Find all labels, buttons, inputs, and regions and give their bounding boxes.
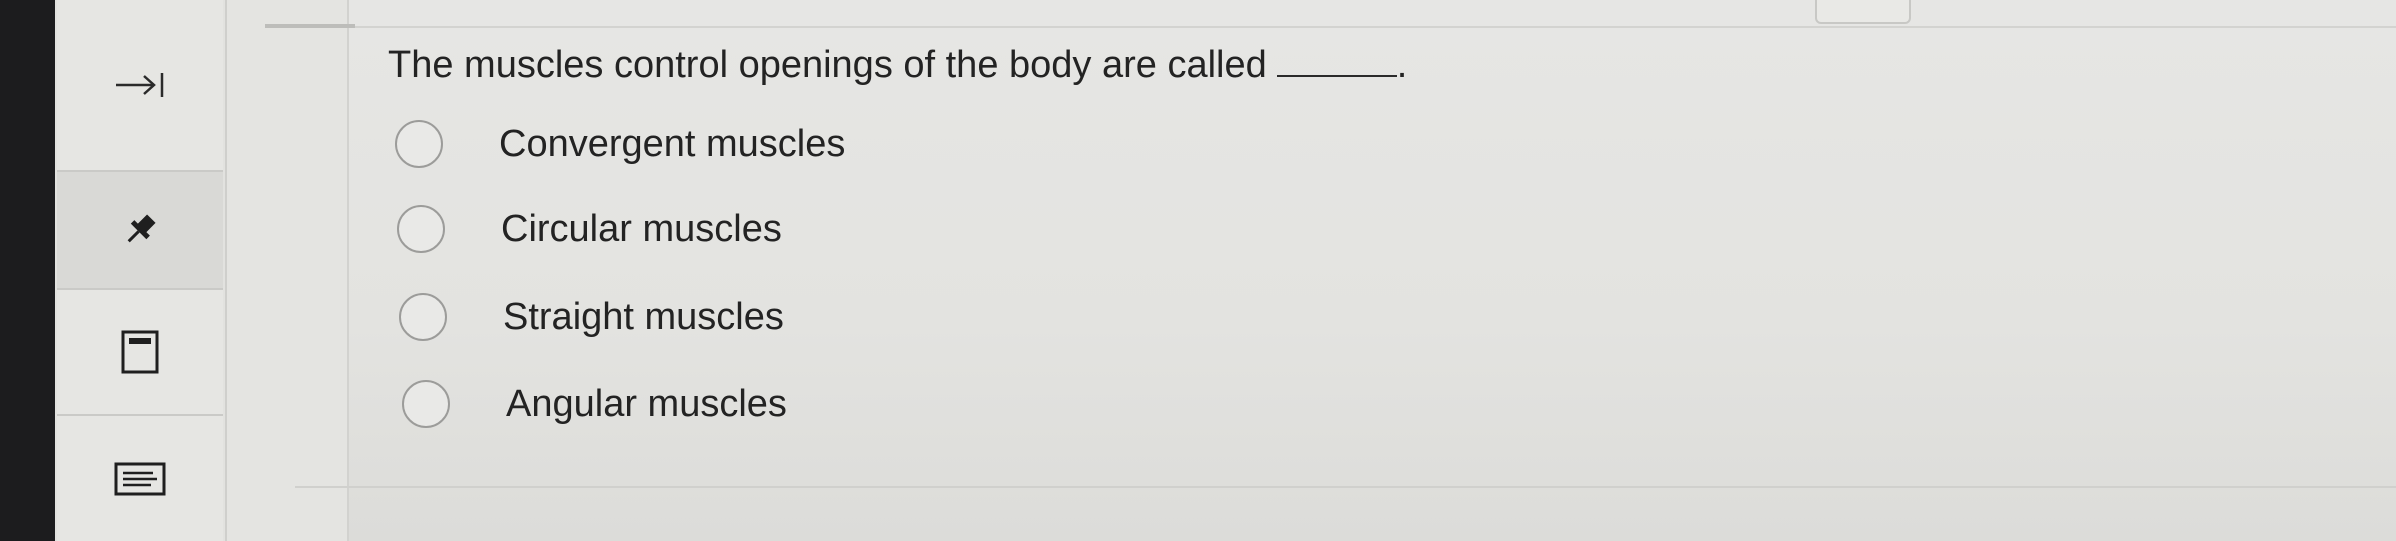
question-end-punct: . [1396,44,1408,86]
radio-button[interactable] [402,380,450,428]
calculator-icon [121,330,159,374]
calculator-button[interactable] [57,290,223,416]
option-angular[interactable]: Angular muscles [402,380,787,428]
option-circular[interactable]: Circular muscles [397,205,782,253]
pin-button[interactable] [57,172,223,290]
top-divider [265,26,2396,28]
pin-icon [127,214,156,243]
radio-button[interactable] [399,293,447,341]
bottom-divider [295,486,2396,488]
question-text: The muscles control openings of the body… [388,44,1407,87]
option-label: Circular muscles [501,207,782,250]
option-label: Straight muscles [503,295,784,338]
collapse-panel-button[interactable] [57,0,223,172]
radio-button[interactable] [397,205,445,253]
notes-button[interactable] [57,416,223,541]
top-divider-accent [265,24,355,28]
option-label: Angular muscles [506,382,787,425]
option-convergent[interactable]: Convergent muscles [395,120,845,168]
quiz-screen: The muscles control openings of the body… [55,0,2396,541]
option-straight[interactable]: Straight muscles [399,293,784,341]
radio-button[interactable] [395,120,443,168]
collapse-arrow-icon [116,73,164,97]
content-gutter [227,0,349,541]
answer-blank [1276,67,1397,77]
tool-sidebar [55,0,227,541]
notes-icon [114,462,166,495]
top-right-button[interactable] [1815,0,1911,24]
question-label: The muscles control openings of the body… [388,44,1267,86]
option-label: Convergent muscles [499,122,846,165]
